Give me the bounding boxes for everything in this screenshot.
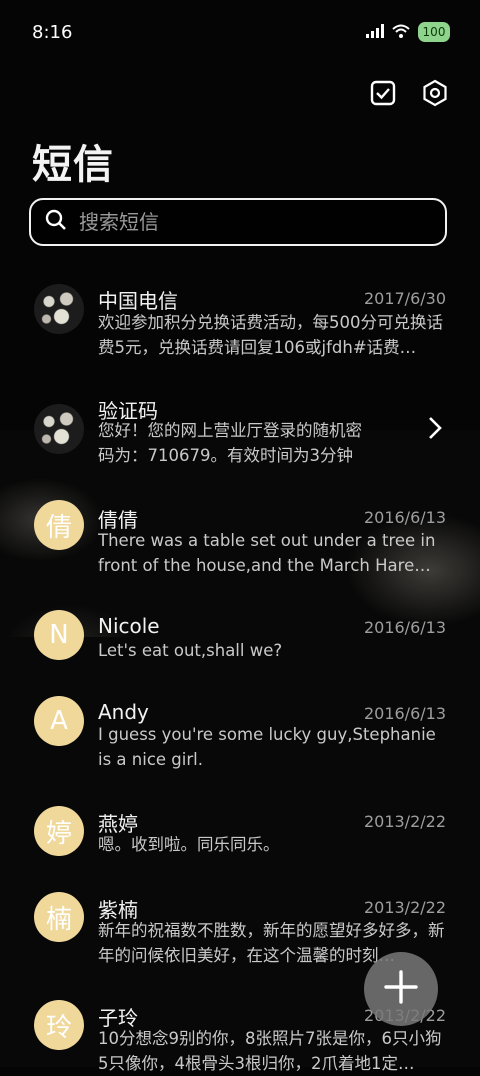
conversation-item[interactable]: A Andy 2016/6/13 I guess you're some luc…	[0, 696, 480, 796]
message-date: 2016/6/13	[363, 508, 446, 527]
message-preview: Let's eat out,shall we?	[98, 641, 283, 660]
contact-name: Andy	[98, 700, 149, 724]
conversation-item[interactable]: 婷 燕婷 2013/2/22 嗯。收到啦。同乐同乐。	[0, 806, 480, 881]
battery-indicator: 100	[418, 22, 450, 42]
avatar: 婷	[34, 806, 84, 856]
message-date: 2013/2/22	[363, 812, 446, 831]
avatar: 楠	[34, 892, 84, 942]
compose-button[interactable]	[364, 952, 438, 1026]
search-bar[interactable]	[29, 198, 447, 246]
avatar: 倩	[34, 500, 84, 550]
conversation-item[interactable]: N Nicole 2016/6/13 Let's eat out,shall w…	[0, 610, 480, 685]
chevron-right-icon[interactable]	[428, 416, 442, 444]
page-title: 短信	[32, 142, 114, 188]
settings-icon[interactable]	[420, 78, 450, 108]
search-input[interactable]	[77, 209, 401, 235]
contact-name: Nicole	[98, 614, 160, 638]
conversation-item[interactable]: 验证码 您好！您的网上营业厅登录的随机密码为：710679。有效时间为3分钟	[0, 390, 480, 490]
avatar	[34, 404, 84, 454]
avatar	[34, 284, 84, 334]
conversation-item[interactable]: 倩 倩倩 2016/6/13 There was a table set out…	[0, 500, 480, 600]
checkbox-icon[interactable]	[368, 78, 398, 108]
message-preview: 欢迎参加积分兑换话费活动，每500分可兑换话费5元，兑换话费请回复106或jfd…	[98, 313, 443, 357]
status-bar: 8:16 100	[0, 0, 480, 66]
message-preview: There was a table set out under a tree i…	[98, 531, 436, 575]
conversation-item[interactable]: 中国电信 2017/6/30 欢迎参加积分兑换话费活动，每500分可兑换话费5元…	[0, 280, 480, 380]
plus-icon	[383, 969, 419, 1009]
message-preview: 10分想念9别的你，8张照片7张是你，6只小狗5只像你，4根骨头3根归你，2爪着…	[98, 1029, 442, 1073]
top-actions	[368, 78, 450, 108]
message-date: 2017/6/30	[363, 289, 446, 308]
avatar: A	[34, 696, 84, 746]
signal-icon	[366, 23, 384, 42]
message-preview: 嗯。收到啦。同乐同乐。	[98, 835, 280, 854]
avatar: 玲	[34, 1000, 84, 1050]
message-date: 2016/6/13	[363, 618, 446, 637]
search-icon	[45, 209, 67, 235]
message-date: 2013/2/22	[363, 898, 446, 917]
wifi-icon	[392, 23, 410, 42]
message-date: 2016/6/13	[363, 704, 446, 723]
avatar: N	[34, 610, 84, 660]
message-preview: I guess you're some lucky guy,Stephanie …	[98, 725, 436, 769]
status-time: 8:16	[32, 22, 73, 43]
message-preview: 您好！您的网上营业厅登录的随机密码为：710679。有效时间为3分钟	[98, 421, 362, 465]
status-icons: 100	[366, 22, 450, 42]
